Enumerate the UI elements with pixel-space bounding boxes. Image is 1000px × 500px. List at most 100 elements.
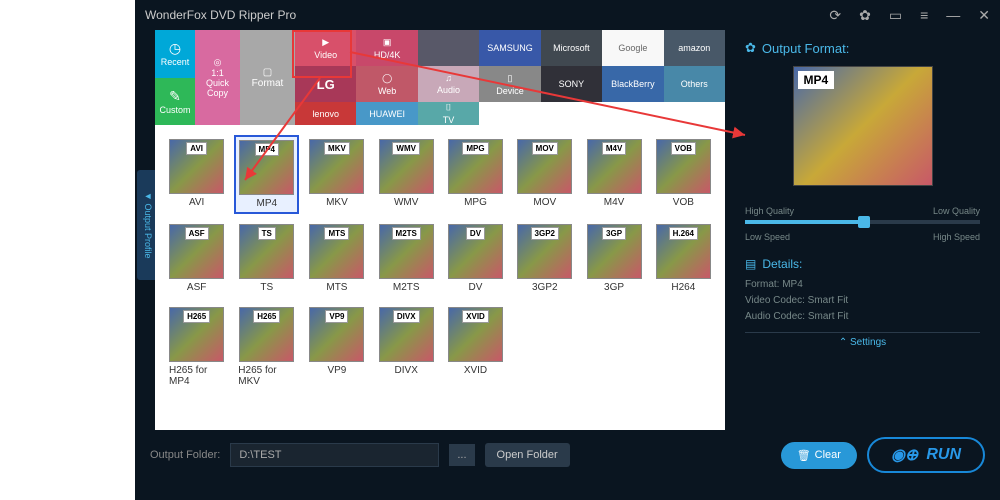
category-others[interactable]: Others xyxy=(664,66,725,102)
category-apple[interactable] xyxy=(418,30,479,66)
format-item-vob[interactable]: VOBVOB xyxy=(652,135,715,214)
refresh-icon[interactable]: ⟳ xyxy=(829,7,841,24)
format-label: VOB xyxy=(673,197,694,208)
category-device[interactable]: ▯Device xyxy=(479,66,540,102)
category-recent[interactable]: ◷Recent xyxy=(155,30,195,78)
format-thumb: WMV xyxy=(379,139,434,194)
format-item-h265-for-mkv[interactable]: H265 H265 for MKV xyxy=(234,303,299,391)
category-lg[interactable]: LG xyxy=(295,66,356,102)
format-thumb: MOV xyxy=(517,139,572,194)
category-google[interactable]: Google xyxy=(602,30,663,66)
clear-button[interactable]: 🗑Clear xyxy=(781,442,857,469)
format-badge: DIVX xyxy=(393,310,420,323)
format-badge: WMV xyxy=(392,142,420,155)
titlebar-controls: ⟳ ✿ ▭ ≡ — ✕ xyxy=(829,7,990,24)
format-item-mkv[interactable]: MKVMKV xyxy=(305,135,368,214)
format-item-mov[interactable]: MOV MOV xyxy=(513,135,576,214)
minimize-icon[interactable]: — xyxy=(946,7,960,23)
speed-labels: Low SpeedHigh Speed xyxy=(745,232,980,242)
format-thumb: 3GP2 xyxy=(517,224,572,279)
globe-icon: ◯ xyxy=(382,73,392,84)
format-item-divx[interactable]: DIVXDIVX xyxy=(375,303,438,391)
trash-icon: 🗑 xyxy=(797,449,811,462)
format-item-h265-for-mp4[interactable]: H265H265 for MP4 xyxy=(165,303,228,391)
category-sony[interactable]: SONY xyxy=(541,66,602,102)
browse-button[interactable]: ... xyxy=(449,444,474,466)
run-icon: ◉⊕ xyxy=(891,445,918,465)
format-label: MOV xyxy=(533,197,556,208)
settings-link[interactable]: ⌃ Settings xyxy=(745,332,980,348)
format-badge: AVI xyxy=(186,142,207,155)
format-item-m2ts[interactable]: M2TSM2TS xyxy=(375,220,438,297)
output-profile-tab[interactable]: ◄ Output Profile xyxy=(137,170,155,280)
format-label: TS xyxy=(260,282,273,293)
category-huawei[interactable]: HUAWEI xyxy=(356,102,417,125)
disc-icon: ◎ xyxy=(214,57,222,68)
format-badge: MPG xyxy=(462,142,488,155)
category-amazon[interactable]: amazon xyxy=(664,30,725,66)
format-label: WMV xyxy=(394,197,418,208)
category-blackberry[interactable]: BlackBerry xyxy=(602,66,663,102)
output-folder-input[interactable] xyxy=(230,443,439,467)
format-item-m4v[interactable]: M4VM4V xyxy=(582,135,645,214)
run-button[interactable]: ◉⊕RUN xyxy=(867,437,985,473)
close-icon[interactable]: ✕ xyxy=(978,7,990,24)
category-audio[interactable]: ♫Audio xyxy=(418,66,479,102)
detail-acodec: Audio Codec: Smart Fit xyxy=(745,311,980,322)
format-badge: M4V xyxy=(602,142,626,155)
settings-icon[interactable]: ✿ xyxy=(859,7,871,24)
list-icon: ▤ xyxy=(745,257,756,271)
quality-slider[interactable] xyxy=(745,220,980,224)
output-preview[interactable]: MP4 xyxy=(793,66,933,186)
menu-icon[interactable]: ≡ xyxy=(920,7,928,23)
category-microsoft[interactable]: Microsoft xyxy=(541,30,602,66)
category-tv[interactable]: ⌷TV xyxy=(418,102,479,125)
category-hd4k[interactable]: ▣HD/4K xyxy=(356,30,417,66)
format-item-h264[interactable]: H.264 H264 xyxy=(652,220,715,297)
app-title: WonderFox DVD Ripper Pro xyxy=(145,8,829,22)
format-label: M2TS xyxy=(393,282,420,293)
format-thumb: 3GP xyxy=(587,224,642,279)
format-thumb: TS xyxy=(239,224,294,279)
format-item-vp9[interactable]: VP9VP9 xyxy=(305,303,368,391)
format-label: XVID xyxy=(464,365,487,376)
format-label: H264 xyxy=(671,282,695,293)
format-item-avi[interactable]: AVIAVI xyxy=(165,135,228,214)
format-label: DV xyxy=(469,282,483,293)
format-badge: H265 xyxy=(183,310,210,323)
format-item-mp4[interactable]: MP4MP4 xyxy=(234,135,299,214)
format-thumb: H265 xyxy=(239,307,294,362)
left-panel: ◄ Output Profile ◷Recent ✎Custom ◎1:1 Qu… xyxy=(155,30,725,430)
category-quick-copy[interactable]: ◎1:1 Quick Copy xyxy=(195,30,240,125)
format-thumb: ASF xyxy=(169,224,224,279)
gear-icon: ✿ xyxy=(745,40,756,56)
category-lenovo[interactable]: lenovo xyxy=(295,102,356,125)
category-format[interactable]: ▢Format xyxy=(240,30,295,125)
format-item-3gp[interactable]: 3GP 3GP xyxy=(582,220,645,297)
open-folder-button[interactable]: Open Folder xyxy=(485,443,570,467)
format-label: 3GP xyxy=(604,282,624,293)
category-custom[interactable]: ✎Custom xyxy=(155,78,195,126)
format-label: H265 for MKV xyxy=(238,365,295,387)
app-window: WonderFox DVD Ripper Pro ⟳ ✿ ▭ ≡ — ✕ ◄ O… xyxy=(135,0,1000,500)
subtitle-icon[interactable]: ▭ xyxy=(889,7,902,24)
category-web[interactable]: ◯Web xyxy=(356,66,417,102)
format-thumb: H.264 xyxy=(656,224,711,279)
format-badge: MOV xyxy=(532,142,558,155)
format-item-xvid[interactable]: XVIDXVID xyxy=(444,303,507,391)
format-item-3gp2[interactable]: 3GP23GP2 xyxy=(513,220,576,297)
format-item-mts[interactable]: MTSMTS xyxy=(305,220,368,297)
format-thumb: MPG xyxy=(448,139,503,194)
format-item-dv[interactable]: DV DV xyxy=(444,220,507,297)
format-item-wmv[interactable]: WMV WMV xyxy=(375,135,438,214)
category-video[interactable]: ▶Video xyxy=(295,30,356,66)
category-samsung[interactable]: SAMSUNG xyxy=(479,30,540,66)
quality-labels: High QualityLow Quality xyxy=(745,206,980,216)
format-item-asf[interactable]: ASFASF xyxy=(165,220,228,297)
format-thumb: DV xyxy=(448,224,503,279)
format-item-ts[interactable]: TS TS xyxy=(234,220,299,297)
format-badge: 3GP xyxy=(602,227,626,240)
folder-icon: ▢ xyxy=(263,67,272,78)
format-thumb: MTS xyxy=(309,224,364,279)
format-item-mpg[interactable]: MPGMPG xyxy=(444,135,507,214)
